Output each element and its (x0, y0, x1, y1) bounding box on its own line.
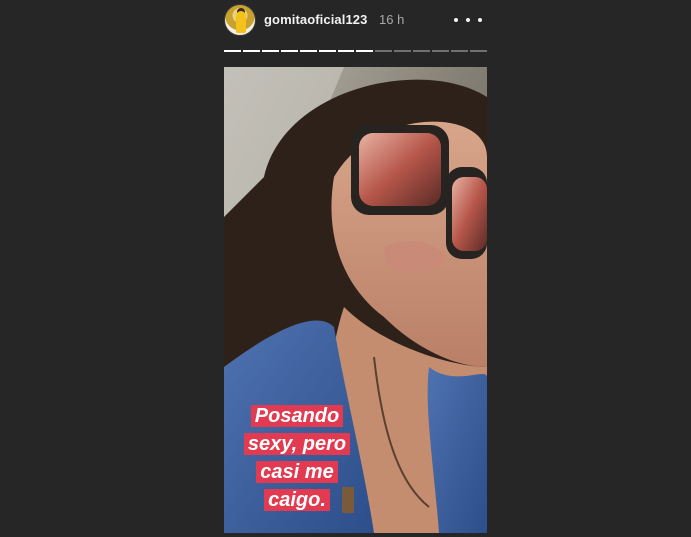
progress-segment (318, 50, 336, 52)
progress-segment (356, 50, 374, 52)
progress-segment (299, 50, 317, 52)
story-progress-bar (224, 50, 487, 52)
timestamp: 16 h (379, 12, 405, 27)
progress-segment (280, 50, 298, 52)
dot-icon (478, 18, 482, 22)
progress-segment (394, 50, 412, 52)
progress-segment (451, 50, 468, 52)
story-header: gomitaoficial123 16 h (224, 4, 487, 38)
progress-segment (242, 50, 260, 52)
avatar[interactable] (224, 4, 256, 36)
progress-segment (375, 50, 393, 52)
progress-segment (224, 50, 241, 52)
caption-line: sexy, pero (243, 433, 351, 455)
caption-line: casi me (256, 461, 338, 483)
progress-segment (469, 50, 487, 52)
story-viewer: gomitaoficial123 16 h Posando sexy, pero… (0, 0, 691, 537)
dot-icon (466, 18, 470, 22)
progress-segment (261, 50, 279, 52)
caption-line: Posando (250, 405, 344, 427)
dot-icon (454, 18, 458, 22)
caption-line: caigo. (264, 489, 330, 511)
avatar-figure (236, 11, 246, 33)
story-caption: Posando sexy, pero casi me caigo. (232, 403, 362, 515)
progress-segment (413, 50, 431, 52)
more-options-icon[interactable] (454, 10, 482, 30)
progress-segment (337, 50, 355, 52)
username-link[interactable]: gomitaoficial123 (264, 12, 367, 27)
progress-segment (432, 50, 450, 52)
